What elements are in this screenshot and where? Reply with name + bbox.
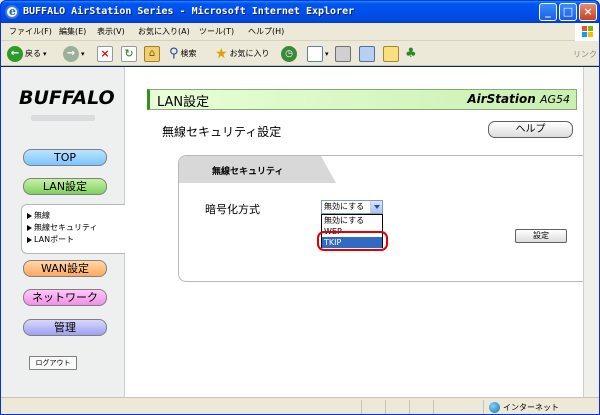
back-label: 戻る — [25, 49, 41, 58]
refresh-button[interactable]: ↻ — [121, 44, 137, 63]
links-label[interactable]: リンク — [573, 49, 597, 60]
status-divider — [361, 400, 362, 414]
star-icon: ★ — [215, 45, 228, 62]
menu-favorites[interactable]: お気に入り(A) — [138, 26, 190, 37]
sidebar: BUFFALO TOP LAN設定 無線 無線セキュリティ LANポート WAN… — [1, 67, 127, 397]
security-zone: インターネット — [489, 402, 559, 413]
mail-icon — [307, 45, 323, 62]
title-bar: BUFFALO AirStation Series - Microsoft In… — [1, 1, 599, 23]
nav-top-button[interactable]: TOP — [23, 149, 107, 166]
main-content: LAN設定 AirStation AG54 無線セキュリティ設定 ヘルプ 無線セ… — [125, 67, 599, 397]
chevron-down-icon[interactable] — [370, 201, 382, 213]
home-icon: ⌂ — [144, 45, 160, 62]
encryption-select[interactable]: 無効にする — [321, 200, 383, 214]
windows-flag-icon — [575, 23, 599, 41]
encryption-label: 暗号化方式 — [205, 203, 260, 216]
discuss-button[interactable] — [383, 44, 399, 63]
logout-button[interactable]: ログアウト — [29, 356, 77, 370]
edit-page-icon — [359, 45, 375, 62]
brand-model: AG54 — [539, 93, 570, 106]
airstation-brand: AirStation AG54 — [467, 92, 570, 106]
status-divider — [433, 400, 434, 414]
back-arrow-icon: ← — [7, 45, 23, 62]
brand-name: AirStation — [467, 92, 536, 106]
messenger-icon: ♣ — [405, 46, 417, 61]
back-button[interactable]: ← 戻る ▾ — [7, 44, 47, 63]
chevron-down-icon: ▾ — [325, 49, 329, 58]
favorites-button[interactable]: ★ お気に入り — [215, 44, 270, 63]
forward-button[interactable]: → ▾ — [63, 44, 85, 63]
status-divider — [409, 400, 410, 414]
status-divider — [385, 400, 386, 414]
menu-edit[interactable]: 編集(E) — [59, 26, 86, 37]
zone-label: インターネット — [503, 403, 559, 412]
submenu-item-wireless-security[interactable]: 無線セキュリティ — [27, 222, 127, 234]
page-title: LAN設定 — [157, 95, 210, 110]
messenger-button[interactable]: ♣ — [405, 44, 417, 63]
history-button[interactable]: ◷ — [281, 44, 297, 63]
search-button[interactable]: ⚲ 検索 — [169, 44, 197, 63]
toolbar: ← 戻る ▾ → ▾ × ↻ ⌂ ⚲ 検索 ★ お気に入り ◷ ▾ ♣ リンク — [1, 41, 599, 66]
ie-logo-icon — [5, 1, 19, 23]
nav-lan-button[interactable]: LAN設定 — [23, 178, 107, 195]
stop-icon: × — [97, 45, 113, 62]
nav-network-button[interactable]: ネットワーク — [23, 289, 107, 306]
search-label: 検索 — [180, 49, 197, 58]
favorites-label: お気に入り — [229, 49, 270, 58]
window-title: BUFFALO AirStation Series - Microsoft In… — [23, 6, 355, 17]
browser-window: BUFFALO AirStation Series - Microsoft In… — [0, 0, 600, 415]
nav-admin-button[interactable]: 管理 — [23, 319, 107, 336]
lan-submenu: 無線 無線セキュリティ LANポート — [21, 204, 127, 254]
page-header: LAN設定 AirStation AG54 — [147, 89, 577, 110]
refresh-icon: ↻ — [121, 45, 137, 62]
nav-wan-button[interactable]: WAN設定 — [23, 260, 107, 277]
globe-icon — [489, 402, 500, 413]
help-button[interactable]: ヘルプ — [488, 121, 573, 138]
maximize-button[interactable]: □ — [559, 3, 577, 21]
set-button[interactable]: 設定 — [515, 229, 567, 243]
printer-icon — [335, 45, 351, 62]
stop-button[interactable]: × — [97, 44, 113, 63]
chevron-down-icon: ▾ — [81, 49, 85, 58]
history-icon: ◷ — [281, 45, 297, 62]
menu-help[interactable]: ヘルプ(H) — [248, 26, 284, 37]
select-value: 無効にする — [324, 202, 365, 211]
logo-subtext — [31, 115, 95, 121]
print-button[interactable] — [335, 44, 351, 63]
highlight-circle — [317, 231, 388, 251]
minimize-button[interactable]: _ — [539, 3, 557, 21]
security-panel: 無線セキュリティ — [178, 155, 599, 282]
submenu-item-lan-port[interactable]: LANポート — [27, 234, 127, 246]
menu-view[interactable]: 表示(V) — [97, 26, 125, 37]
edit-button[interactable] — [359, 44, 375, 63]
vertical-scrollbar[interactable] — [583, 67, 599, 397]
close-button[interactable]: × — [579, 3, 597, 21]
status-divider — [483, 400, 484, 414]
menu-bar: ファイル(F) 編集(E) 表示(V) お気に入り(A) ツール(T) ヘルプ(… — [1, 23, 599, 41]
status-bar: インターネット — [1, 397, 599, 414]
option-disable[interactable]: 無効にする — [322, 215, 382, 226]
folder-icon — [383, 45, 399, 62]
forward-arrow-icon: → — [63, 45, 79, 62]
page-area: BUFFALO TOP LAN設定 無線 無線セキュリティ LANポート WAN… — [1, 67, 599, 397]
section-title: 無線セキュリティ設定 — [162, 125, 282, 139]
menu-file[interactable]: ファイル(F) — [9, 26, 52, 37]
menu-tools[interactable]: ツール(T) — [199, 26, 234, 37]
buffalo-logo: BUFFALO — [19, 87, 115, 109]
submenu-item-wireless[interactable]: 無線 — [27, 210, 127, 222]
mail-button[interactable]: ▾ — [307, 44, 329, 63]
search-icon: ⚲ — [169, 46, 179, 61]
panel-tab-label: 無線セキュリティ — [212, 167, 284, 177]
home-button[interactable]: ⌂ — [144, 44, 160, 63]
chevron-down-icon: ▾ — [43, 49, 47, 58]
panel-tab: 無線セキュリティ — [179, 156, 336, 183]
